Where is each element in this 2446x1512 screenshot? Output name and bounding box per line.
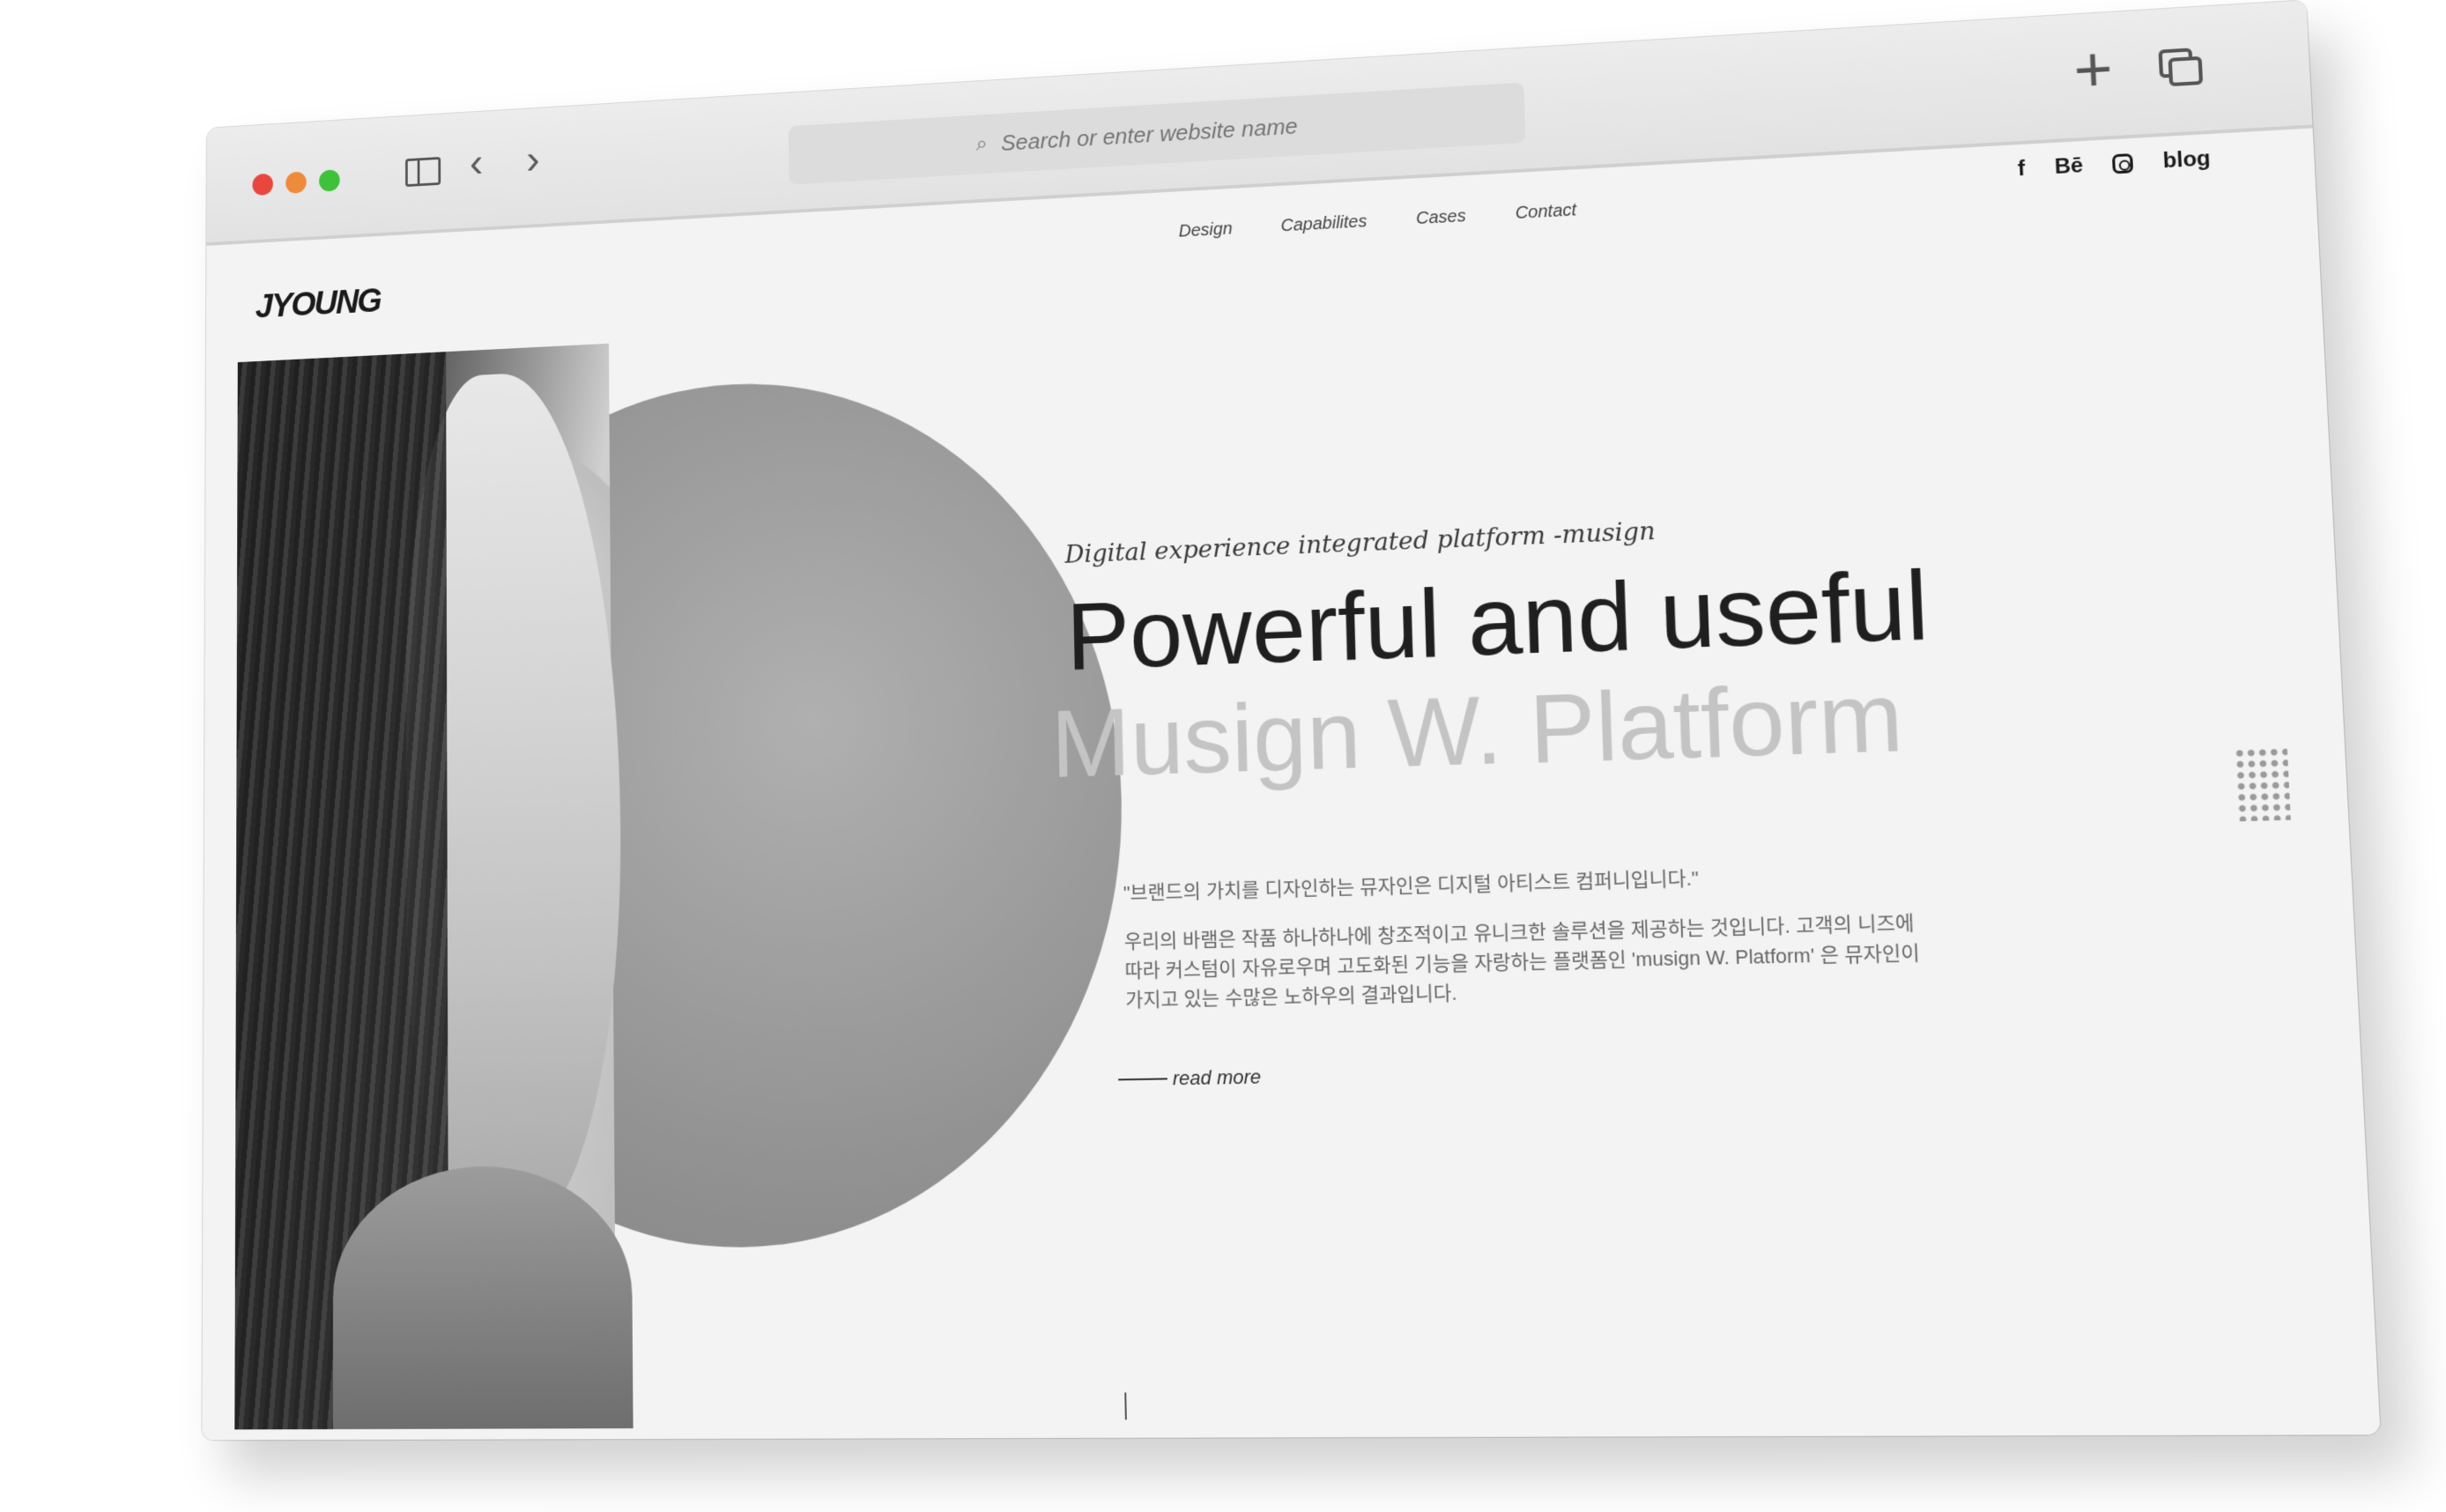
close-window-button[interactable] bbox=[252, 173, 273, 196]
site-logo[interactable]: JYOUNG bbox=[256, 282, 381, 326]
tab-overview-icon[interactable] bbox=[2159, 47, 2207, 88]
decorative-dots-grid bbox=[2234, 746, 2291, 822]
nav-cases[interactable]: Cases bbox=[1416, 206, 1466, 229]
read-more-label: read more bbox=[1172, 1064, 1262, 1089]
nav-contact[interactable]: Contact bbox=[1515, 201, 1576, 224]
mockup-stage: ‹ › ⌕ + JYOUNG Design Capabilites Cases … bbox=[0, 0, 2446, 1512]
back-arrow-icon[interactable]: ‹ bbox=[470, 138, 483, 185]
address-bar[interactable]: ⌕ bbox=[788, 82, 1526, 185]
search-icon: ⌕ bbox=[975, 131, 988, 156]
new-tab-plus-icon[interactable]: + bbox=[2072, 33, 2115, 107]
forward-arrow-icon[interactable]: › bbox=[526, 136, 540, 182]
zoom-window-button[interactable] bbox=[319, 169, 340, 192]
hero-text-block: Digital experience integrated platform -… bbox=[1050, 500, 2074, 1091]
read-more-line bbox=[1118, 1077, 1167, 1080]
instagram-icon[interactable] bbox=[2112, 153, 2134, 174]
address-input[interactable] bbox=[998, 109, 1329, 158]
hero-quote: "브랜드의 가치를 디자인하는 뮤자인은 디지털 아티스트 컴퍼니입니다." bbox=[1123, 866, 1700, 904]
read-more-link[interactable]: read more bbox=[1118, 1050, 2074, 1091]
sidebar-toggle-icon[interactable] bbox=[405, 156, 441, 188]
nav-capabilities[interactable]: Capabilites bbox=[1280, 212, 1367, 237]
scroll-indicator bbox=[1124, 1392, 1127, 1420]
blog-link[interactable]: blog bbox=[2162, 146, 2211, 174]
hero-portrait-image bbox=[234, 343, 634, 1430]
minimize-window-button[interactable] bbox=[285, 171, 307, 194]
social-links: f Bē blog bbox=[2017, 146, 2211, 182]
portrait-neck bbox=[332, 1164, 634, 1430]
main-navigation: Design Capabilites Cases Contact bbox=[1178, 201, 1576, 242]
web-page: JYOUNG Design Capabilites Cases Contact … bbox=[202, 128, 2381, 1441]
facebook-icon[interactable]: f bbox=[2017, 157, 2026, 182]
behance-icon[interactable]: Bē bbox=[2054, 153, 2084, 180]
hero-description: 우리의 바램은 작품 하나하나에 창조적이고 유니크한 솔루션을 제공하는 것입… bbox=[1123, 910, 1921, 1012]
browser-window: ‹ › ⌕ + JYOUNG Design Capabilites Cases … bbox=[202, 0, 2381, 1441]
nav-design[interactable]: Design bbox=[1178, 219, 1232, 242]
